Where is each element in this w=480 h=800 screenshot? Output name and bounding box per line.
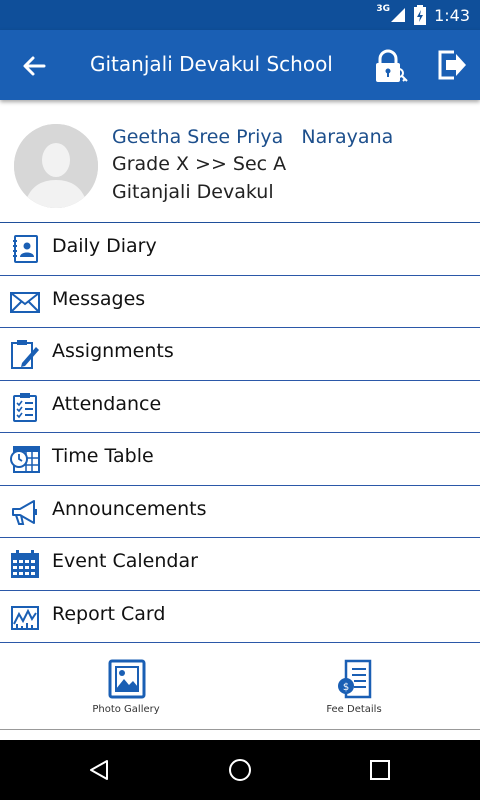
back-arrow-icon[interactable]: [18, 50, 50, 82]
fee-details-label: Fee Details: [326, 704, 382, 715]
nav-back-icon[interactable]: [88, 759, 110, 781]
photo-gallery-icon: [108, 659, 146, 699]
user-silhouette-icon: [14, 124, 98, 208]
menu-item-daily-diary[interactable]: Daily Diary: [0, 223, 480, 276]
nav-home-icon[interactable]: [228, 758, 252, 782]
menu-item-label: Event Calendar: [52, 550, 198, 572]
menu-item-attendance[interactable]: Attendance: [0, 381, 480, 433]
system-nav-bar: [0, 740, 480, 800]
menu-item-label: Attendance: [52, 392, 162, 415]
signal-icon: [391, 8, 406, 22]
megaphone-icon: [12, 499, 37, 525]
app-bar: Gitanjali Devakul School: [0, 30, 480, 100]
photo-gallery-button[interactable]: Photo Gallery: [6, 645, 246, 730]
divider: [0, 729, 480, 730]
battery-icon: [414, 5, 427, 25]
nav-recents-icon[interactable]: [369, 759, 391, 781]
menu-item-label: Daily Diary: [52, 235, 157, 257]
menu-item-time-table[interactable]: Time Table: [0, 433, 480, 486]
clock-calendar-icon: [10, 446, 40, 473]
student-grade: Grade X >> Sec A: [112, 153, 287, 175]
fee-receipt-icon: $: [338, 659, 372, 699]
student-school: Gitanjali Devakul: [112, 181, 274, 203]
clipboard-pencil-icon: [11, 340, 39, 369]
menu-item-label: Assignments: [52, 340, 174, 362]
logout-icon[interactable]: [434, 48, 468, 82]
menu-item-event-calendar[interactable]: Event Calendar: [0, 538, 480, 591]
status-time: 1:43: [434, 5, 470, 25]
diary-icon: [13, 235, 38, 263]
student-name: Geetha Sree Priya Narayana: [112, 126, 394, 148]
bottom-tiles: Photo Gallery $ Fee Details: [0, 645, 480, 730]
menu-item-label: Report Card: [52, 602, 166, 625]
menu-item-label: Announcements: [52, 497, 207, 520]
fee-details-button[interactable]: $ Fee Details: [234, 645, 474, 730]
avatar: [14, 124, 98, 208]
network-type: 3G: [376, 4, 391, 14]
main-menu: Daily Diary Messages Assignments Attenda…: [0, 223, 480, 643]
profile-card: Geetha Sree Priya Narayana Grade X >> Se…: [0, 100, 480, 222]
menu-item-assignments[interactable]: Assignments: [0, 328, 480, 381]
envelope-icon: [10, 291, 40, 313]
calendar-icon: [11, 550, 39, 578]
change-password-icon[interactable]: [372, 48, 408, 84]
menu-item-label: Messages: [52, 287, 146, 310]
menu-item-report-card[interactable]: Report Card: [0, 591, 480, 643]
chart-icon: [11, 605, 39, 630]
photo-gallery-label: Photo Gallery: [92, 704, 160, 715]
menu-item-announcements[interactable]: Announcements: [0, 486, 480, 538]
page-title: Gitanjali Devakul School: [90, 52, 333, 76]
menu-item-label: Time Table: [52, 445, 154, 467]
menu-item-messages[interactable]: Messages: [0, 276, 480, 328]
checklist-icon: [13, 392, 37, 422]
svg-text:$: $: [343, 682, 349, 693]
status-bar: 3G 1:43: [0, 0, 480, 30]
